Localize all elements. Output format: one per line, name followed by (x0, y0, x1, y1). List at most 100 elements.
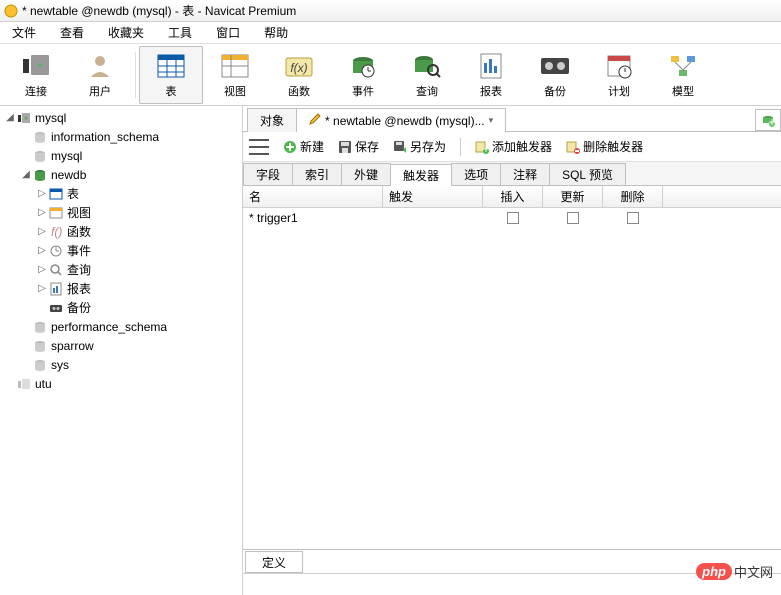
tree-item-sys[interactable]: sys (0, 355, 242, 374)
tree-item-performance_schema[interactable]: performance_schema (0, 317, 242, 336)
grid-header: 名 触发 插入 更新 删除 (243, 186, 781, 208)
checkbox[interactable] (567, 212, 579, 224)
tree-item-查询[interactable]: ▷查询 (0, 260, 242, 279)
twist-icon[interactable]: ◢ (4, 112, 16, 123)
twist-icon[interactable]: ▷ (36, 283, 48, 294)
tab-newtable[interactable]: * newtable @newdb (mysql)... ▾ (296, 108, 506, 132)
view-icon (48, 205, 64, 221)
window-title: * newtable @newdb (mysql) - 表 - Navicat … (22, 2, 296, 19)
menu-view[interactable]: 查看 (48, 24, 96, 41)
tree-label: information_schema (51, 130, 159, 144)
tree-label: sparrow (51, 339, 94, 353)
main-panel: 对象 * newtable @newdb (mysql)... ▾ + 新建 保… (243, 106, 781, 595)
menu-window[interactable]: 窗口 (204, 24, 252, 41)
subtab-4[interactable]: 选项 (451, 163, 501, 185)
menu-file[interactable]: 文件 (0, 24, 48, 41)
watermark: php 中文网 (696, 562, 773, 581)
separator (460, 138, 461, 156)
twist-icon[interactable]: ▷ (36, 188, 48, 199)
tree-item-utu[interactable]: utu (0, 374, 242, 393)
user-button[interactable]: 用户 (68, 46, 132, 104)
col-delete[interactable]: 删除 (603, 186, 663, 207)
add-trigger-icon: + (475, 140, 489, 154)
tree-item-information_schema[interactable]: information_schema (0, 127, 242, 146)
add-tab-button[interactable]: + (755, 109, 781, 131)
hamburger-icon[interactable] (249, 139, 269, 155)
cell-name[interactable]: * trigger1 (243, 208, 383, 228)
report-button[interactable]: 报表 (459, 46, 523, 104)
tree-item-表[interactable]: ▷表 (0, 184, 242, 203)
table-row[interactable]: * trigger1 (243, 208, 781, 228)
delete-trigger-icon (566, 140, 580, 154)
tape-icon (540, 51, 570, 81)
backup-button[interactable]: 备份 (523, 46, 587, 104)
subtab-2[interactable]: 外键 (341, 163, 391, 185)
save-button[interactable]: 保存 (338, 138, 379, 155)
definition-tab[interactable]: 定义 (245, 551, 303, 573)
tree-item-事件[interactable]: ▷ 事件 (0, 241, 242, 260)
tree-item-备份[interactable]: 备份 (0, 298, 242, 317)
menu-help[interactable]: 帮助 (252, 24, 300, 41)
twist-icon[interactable]: ◢ (20, 169, 32, 180)
tree-label: 函数 (67, 223, 91, 240)
app-icon (4, 4, 18, 18)
tree-item-视图[interactable]: ▷视图 (0, 203, 242, 222)
new-button[interactable]: 新建 (283, 138, 324, 155)
subtab-3[interactable]: 触发器 (390, 164, 452, 186)
saveas-icon (393, 140, 407, 154)
col-name[interactable]: 名 (243, 186, 383, 207)
subtab-6[interactable]: SQL 预览 (549, 163, 626, 185)
tree-item-sparrow[interactable]: sparrow (0, 336, 242, 355)
connect-button[interactable]: 连接 (4, 46, 68, 104)
subtab-5[interactable]: 注释 (500, 163, 550, 185)
tree-item-mysql[interactable]: ◢mysql (0, 108, 242, 127)
twist-icon[interactable]: ▷ (36, 245, 48, 256)
twist-icon[interactable]: ▷ (36, 226, 48, 237)
subtab-1[interactable]: 索引 (292, 163, 342, 185)
tab-objects[interactable]: 对象 (247, 108, 297, 132)
tree-label: sys (51, 358, 69, 372)
twist-icon[interactable]: ▷ (36, 207, 48, 218)
tree-item-mysql[interactable]: mysql (0, 146, 242, 165)
tree-item-newdb[interactable]: ◢newdb (0, 165, 242, 184)
chevron-down-icon[interactable]: ▾ (489, 115, 494, 126)
db-icon (32, 319, 48, 335)
saveas-button[interactable]: 另存为 (393, 138, 446, 155)
menu-tools[interactable]: 工具 (156, 24, 204, 41)
tree-sidebar[interactable]: ◢mysql information_schemamysql◢newdb▷表▷视图… (0, 106, 243, 595)
cell-update[interactable] (543, 208, 603, 228)
event-button[interactable]: 事件 (331, 46, 395, 104)
query-button[interactable]: 查询 (395, 46, 459, 104)
svg-text:+: + (483, 142, 490, 154)
col-update[interactable]: 更新 (543, 186, 603, 207)
checkbox[interactable] (627, 212, 639, 224)
table-icon (157, 51, 185, 81)
cell-insert[interactable] (483, 208, 543, 228)
view-icon (221, 51, 249, 81)
col-fire[interactable]: 触发 (383, 186, 483, 207)
view-button[interactable]: 视图 (203, 46, 267, 104)
tree-item-函数[interactable]: ▷f()函数 (0, 222, 242, 241)
menu-favorites[interactable]: 收藏夹 (96, 24, 156, 41)
cell-fire[interactable] (383, 208, 483, 228)
twist-icon[interactable]: ▷ (36, 264, 48, 275)
delete-trigger-button[interactable]: 删除触发器 (566, 138, 643, 155)
col-insert[interactable]: 插入 (483, 186, 543, 207)
model-button[interactable]: 模型 (651, 46, 715, 104)
sub-tab-bar: 字段索引外键触发器选项注释SQL 预览 (243, 162, 781, 186)
menubar: 文件 查看 收藏夹 工具 窗口 帮助 (0, 22, 781, 44)
tree-label: 备份 (67, 299, 91, 316)
event-icon (48, 243, 64, 259)
tree-item-报表[interactable]: ▷报表 (0, 279, 242, 298)
cell-delete[interactable] (603, 208, 663, 228)
function-button[interactable]: f(x) 函数 (267, 46, 331, 104)
subtab-0[interactable]: 字段 (243, 163, 293, 185)
add-trigger-button[interactable]: + 添加触发器 (475, 138, 552, 155)
table-button[interactable]: 表 (139, 46, 203, 104)
grid-blank[interactable] (243, 228, 781, 549)
report-icon (48, 281, 64, 297)
tree-label: 事件 (67, 242, 91, 259)
schedule-button[interactable]: 计划 (587, 46, 651, 104)
checkbox[interactable] (507, 212, 519, 224)
toolbar: 连接 用户 表 视图 f(x) 函数 事件 查询 报表 备份 计划 模型 (0, 44, 781, 106)
